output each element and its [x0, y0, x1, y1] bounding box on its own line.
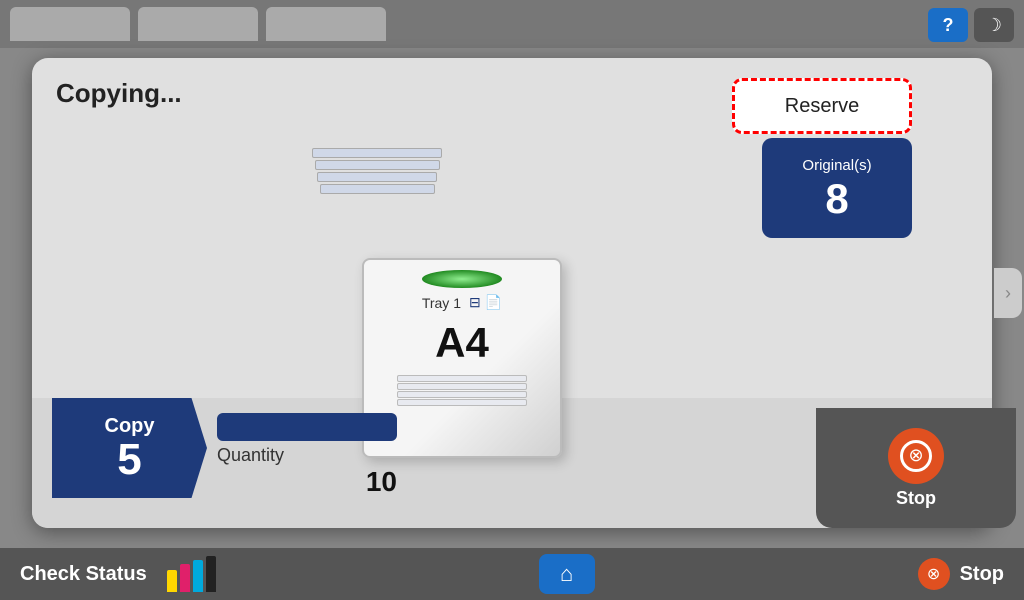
- stop-icon: ⊗: [900, 440, 932, 472]
- tray-paper-line-4: [397, 399, 527, 406]
- check-status-label[interactable]: Check Status: [20, 563, 147, 586]
- tray-icons: ⊟ 📄: [469, 294, 502, 311]
- quantity-section: Quantity 10: [217, 413, 397, 498]
- paper-stack-icon: [312, 148, 442, 194]
- right-arrow-icon[interactable]: ›: [994, 268, 1022, 318]
- bottom-bar: Check Status ⌂ ⊗ Stop: [0, 548, 1024, 600]
- quantity-label: Quantity: [217, 445, 284, 466]
- tray-paper-line-2: [397, 383, 527, 390]
- ink-bar-cyan: [193, 560, 203, 592]
- copy-badge: Copy 5: [52, 398, 207, 498]
- quantity-bar: [217, 413, 397, 441]
- copy-number: 5: [117, 438, 141, 482]
- top-tab-1[interactable]: [10, 7, 130, 41]
- bottom-stop-label: Stop: [960, 563, 1004, 586]
- tray-paper-line-1: [397, 375, 527, 382]
- stop-label: Stop: [896, 488, 936, 509]
- tray-paper-size: A4: [435, 319, 489, 367]
- paper-sheet-1: [312, 148, 442, 158]
- home-button[interactable]: ⌂: [539, 554, 595, 594]
- ink-bar-yellow: [167, 570, 177, 592]
- tray-header: Tray 1 ⊟ 📄: [422, 294, 502, 311]
- stop-button[interactable]: ⊗: [888, 428, 944, 484]
- bottom-stop-icon: ⊗: [927, 564, 940, 584]
- copying-dialog: Copying... Reserve Original(s) 8 Tray 1 …: [32, 58, 992, 528]
- paper-sheet-4: [320, 184, 435, 194]
- reserve-button[interactable]: Reserve: [732, 78, 912, 134]
- top-bar: ? ☽: [0, 0, 1024, 48]
- paper-sheet-3: [317, 172, 437, 182]
- moon-button[interactable]: ☽: [974, 8, 1014, 42]
- bottom-stop-button[interactable]: ⊗: [918, 558, 950, 590]
- originals-box: Original(s) 8: [762, 138, 912, 238]
- tray-glow-icon: [422, 270, 502, 288]
- ink-icon: [167, 556, 216, 592]
- originals-count: 8: [825, 178, 848, 220]
- tray-paper-line-3: [397, 391, 527, 398]
- bottom-stop-area: ⊗ Stop: [918, 558, 1004, 590]
- tray-paper-stack: [397, 375, 527, 406]
- quantity-value: 10: [366, 466, 397, 498]
- ink-bar-magenta: [180, 564, 190, 592]
- top-tab-3[interactable]: [266, 7, 386, 41]
- help-button[interactable]: ?: [928, 8, 968, 42]
- main-area: Copying... Reserve Original(s) 8 Tray 1 …: [0, 48, 1024, 600]
- stop-symbol: ⊗: [908, 445, 923, 466]
- tray-paper-icon: 📄: [485, 294, 502, 311]
- ink-bar-black: [206, 556, 216, 592]
- tray-name: Tray 1: [422, 295, 461, 311]
- home-icon: ⌂: [560, 561, 573, 587]
- paper-sheet-2: [315, 160, 440, 170]
- top-tab-2[interactable]: [138, 7, 258, 41]
- tray-duplex-icon: ⊟: [469, 294, 481, 311]
- top-bar-right: ? ☽: [928, 8, 1014, 42]
- stop-panel: ⊗ Stop: [816, 408, 1016, 528]
- originals-label: Original(s): [802, 157, 871, 174]
